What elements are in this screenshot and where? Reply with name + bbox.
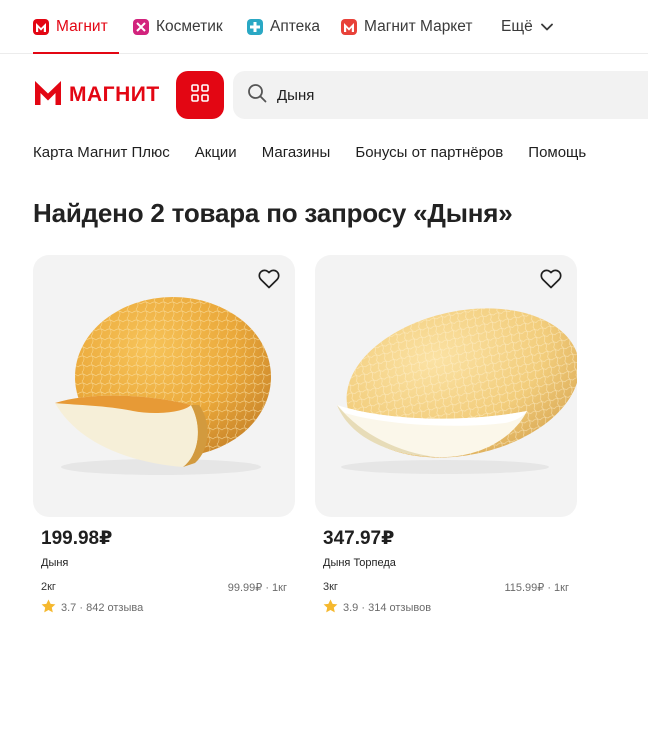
tab-kosmetik[interactable]: Косметик	[133, 17, 223, 37]
more-label: Ещё	[501, 18, 533, 35]
reviews-count[interactable]: 314 отзывов	[368, 602, 431, 614]
heart-icon	[258, 269, 280, 294]
magnit-logo-icon	[35, 80, 61, 110]
product-price: 199.98₽	[41, 528, 113, 549]
more-menu[interactable]: Ещё	[501, 17, 553, 37]
tab-apteka[interactable]: Аптека	[247, 17, 320, 37]
product-rating: 3.9 · 314 отзывов	[323, 599, 431, 616]
brand-tabs: Магнит Косметик Аптека Магнит Маркет Ещё	[0, 0, 648, 54]
product-name[interactable]: Дыня Торпеда	[323, 557, 396, 569]
magnit-icon	[33, 19, 49, 35]
active-tab-indicator	[33, 52, 119, 54]
apteka-cross-icon	[247, 19, 263, 35]
product-weight: 2кг	[41, 581, 56, 593]
rating-separator: ·	[358, 601, 369, 614]
main-nav: Карта Магнит Плюс Акции Магазины Бонусы …	[33, 144, 611, 164]
rating-value: 3.9	[343, 601, 359, 614]
product-card[interactable]: 347.97₽ Дыня Торпеда 3кг 115.99₽ · 1кг 3…	[315, 255, 577, 625]
search-box[interactable]	[233, 71, 648, 119]
search-input[interactable]	[277, 86, 577, 104]
nav-item-stores[interactable]: Магазины	[262, 144, 331, 164]
market-icon	[341, 19, 357, 35]
star-icon	[41, 599, 56, 616]
tab-apteka-label: Аптека	[270, 18, 321, 35]
torpeda-melon-image	[337, 308, 577, 474]
product-image[interactable]	[315, 255, 577, 517]
product-rating: 3.7 · 842 отзыва	[41, 599, 143, 616]
logo[interactable]: МАГНИТ	[35, 80, 160, 110]
nav-item-partner-bonuses[interactable]: Бонусы от партнёров	[355, 144, 503, 164]
star-icon	[323, 599, 338, 616]
reviews-count[interactable]: 842 отзыва	[86, 602, 143, 614]
tab-magnit[interactable]: Магнит	[33, 17, 108, 37]
tab-magnit-label: Магнит	[56, 18, 108, 35]
product-image[interactable]	[33, 255, 295, 517]
product-price: 347.97₽	[323, 528, 395, 549]
nav-item-card[interactable]: Карта Магнит Плюс	[33, 144, 170, 164]
logo-text: МАГНИТ	[69, 83, 160, 106]
page-title: Найдено 2 товара по запросу «Дыня»	[33, 198, 513, 228]
nav-item-help[interactable]: Помощь	[528, 144, 586, 164]
chevron-down-icon	[540, 18, 553, 36]
heart-icon	[540, 269, 562, 294]
catalog-button[interactable]	[176, 71, 224, 119]
tab-kosmetik-label: Косметик	[156, 18, 223, 35]
tab-magnit-market-label: Магнит Маркет	[364, 18, 473, 35]
search-icon	[247, 83, 267, 108]
product-unit-price: 115.99₽ · 1кг	[504, 582, 569, 594]
favorite-button[interactable]	[257, 269, 281, 293]
product-name[interactable]: Дыня	[41, 557, 68, 569]
melon-image	[55, 297, 271, 475]
product-unit-price: 99.99₽ · 1кг	[227, 582, 287, 594]
nav-item-promos[interactable]: Акции	[195, 144, 237, 164]
tab-magnit-market[interactable]: Магнит Маркет	[341, 17, 472, 37]
kosmetik-icon	[133, 19, 149, 35]
grid-icon	[191, 83, 209, 107]
rating-value: 3.7	[61, 601, 77, 614]
product-card[interactable]: 199.98₽ Дыня 2кг 99.99₽ · 1кг 3.7 · 842 …	[33, 255, 295, 625]
product-weight: 3кг	[323, 581, 338, 593]
favorite-button[interactable]	[539, 269, 563, 293]
rating-separator: ·	[76, 601, 87, 614]
